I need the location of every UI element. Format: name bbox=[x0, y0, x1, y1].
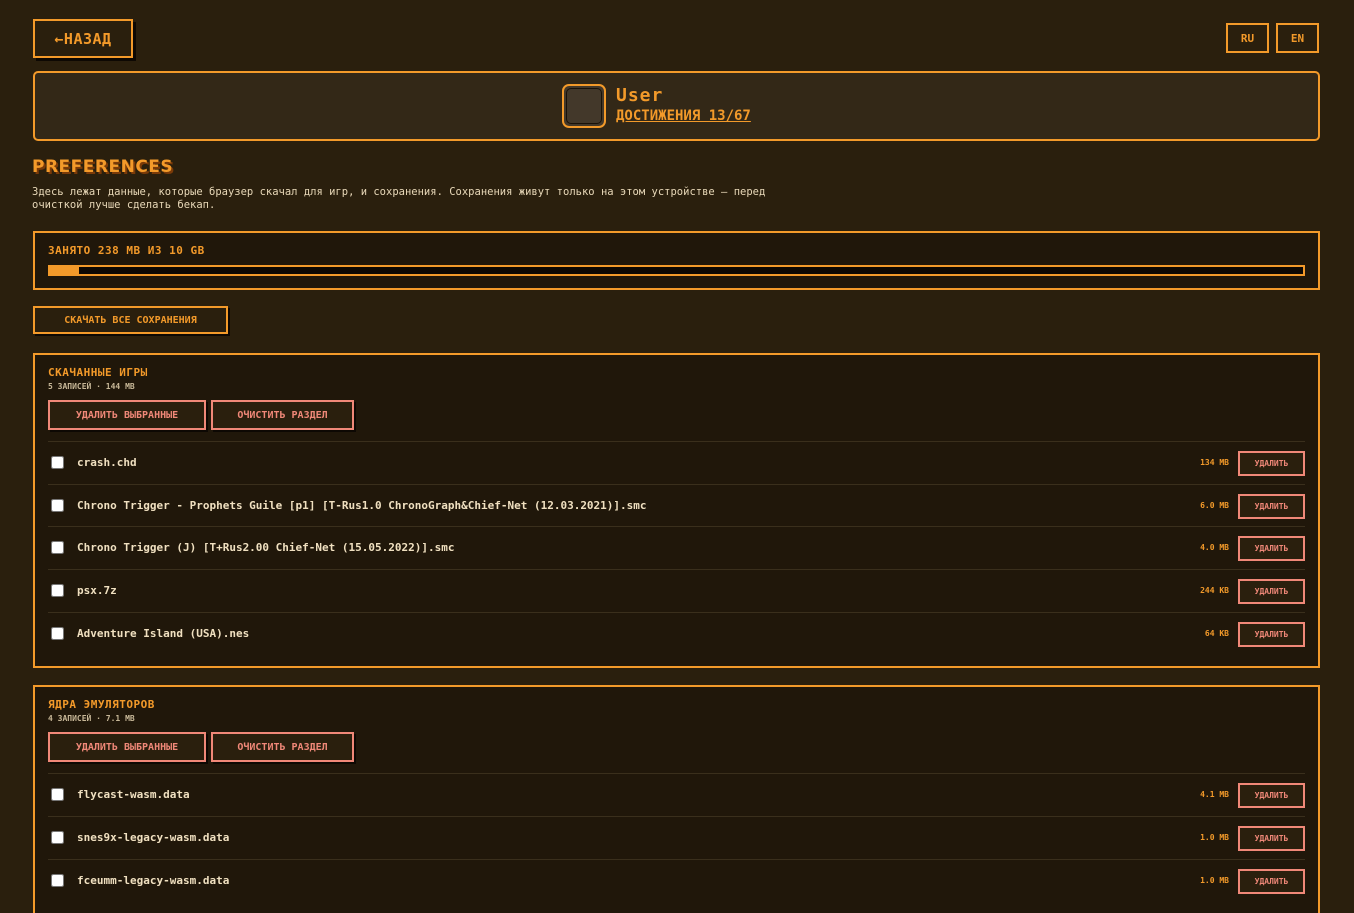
storage-label: ЗАНЯТО 238 MB ИЗ 10 GB bbox=[48, 244, 205, 257]
section-emulator-cores: ЯДРА ЭМУЛЯТОРОВ 4 ЗАПИСЕЙ · 7.1 MB УДАЛИ… bbox=[33, 685, 1320, 913]
row-checkbox[interactable] bbox=[51, 499, 64, 512]
section-meta: 4 ЗАПИСЕЙ · 7.1 MB bbox=[48, 714, 135, 723]
avatar[interactable] bbox=[562, 84, 606, 128]
file-name: Adventure Island (USA).nes bbox=[77, 627, 250, 640]
lang-ru-button[interactable]: RU bbox=[1226, 23, 1269, 53]
file-size: 244 KB bbox=[1200, 586, 1229, 595]
delete-button[interactable]: УДАЛИТЬ bbox=[1238, 869, 1305, 894]
file-size: 4.0 MB bbox=[1200, 543, 1229, 552]
section-title: ЯДРА ЭМУЛЯТОРОВ bbox=[48, 698, 155, 711]
row-checkbox[interactable] bbox=[51, 874, 64, 887]
list-item: snes9x-legacy-wasm.data 1.0 MB УДАЛИТЬ bbox=[48, 816, 1305, 859]
delete-button[interactable]: УДАЛИТЬ bbox=[1238, 451, 1305, 476]
file-name: Chrono Trigger - Prophets Guile [p1] [T-… bbox=[77, 499, 647, 512]
preferences-page: ←НАЗАД RU EN User ДОСТИЖЕНИЯ 13/67 PREFE… bbox=[0, 0, 1354, 913]
section-downloaded-games: СКАЧАННЫЕ ИГРЫ 5 ЗАПИСЕЙ · 144 MB УДАЛИТ… bbox=[33, 353, 1320, 668]
storage-progress-bar bbox=[48, 265, 1305, 276]
username: User bbox=[616, 85, 664, 106]
file-size: 4.1 MB bbox=[1200, 790, 1229, 799]
file-name: psx.7z bbox=[77, 584, 117, 597]
delete-button[interactable]: УДАЛИТЬ bbox=[1238, 826, 1305, 851]
download-all-saves-button[interactable]: СКАЧАТЬ ВСЕ СОХРАНЕНИЯ bbox=[33, 306, 228, 334]
file-size: 64 KB bbox=[1204, 629, 1229, 638]
list-item: Chrono Trigger (J) [T+Rus2.00 Chief-Net … bbox=[48, 526, 1305, 569]
file-name: flycast-wasm.data bbox=[77, 788, 190, 801]
file-name: fceumm-legacy-wasm.data bbox=[77, 874, 230, 887]
file-size: 134 MB bbox=[1200, 458, 1229, 467]
row-checkbox[interactable] bbox=[51, 788, 64, 801]
delete-selected-button[interactable]: УДАЛИТЬ ВЫБРАННЫЕ bbox=[48, 732, 206, 762]
list-item: fceumm-legacy-wasm.data 1.0 MB УДАЛИТЬ bbox=[48, 859, 1305, 902]
file-size: 6.0 MB bbox=[1200, 501, 1229, 510]
row-checkbox[interactable] bbox=[51, 584, 64, 597]
row-checkbox[interactable] bbox=[51, 456, 64, 469]
row-checkbox[interactable] bbox=[51, 627, 64, 640]
clear-section-button[interactable]: ОЧИСТИТЬ РАЗДЕЛ bbox=[211, 732, 354, 762]
delete-selected-button[interactable]: УДАЛИТЬ ВЫБРАННЫЕ bbox=[48, 400, 206, 430]
file-name: Chrono Trigger (J) [T+Rus2.00 Chief-Net … bbox=[77, 541, 455, 554]
list-item: crash.chd 134 MB УДАЛИТЬ bbox=[48, 441, 1305, 484]
page-title: PREFERENCES bbox=[32, 157, 174, 177]
list-item: flycast-wasm.data 4.1 MB УДАЛИТЬ bbox=[48, 773, 1305, 816]
list-item: psx.7z 244 KB УДАЛИТЬ bbox=[48, 569, 1305, 612]
section-title: СКАЧАННЫЕ ИГРЫ bbox=[48, 366, 148, 379]
delete-button[interactable]: УДАЛИТЬ bbox=[1238, 579, 1305, 604]
list-item: Chrono Trigger - Prophets Guile [p1] [T-… bbox=[48, 484, 1305, 527]
storage-panel: ЗАНЯТО 238 MB ИЗ 10 GB bbox=[33, 231, 1320, 290]
file-name: crash.chd bbox=[77, 456, 137, 469]
delete-button[interactable]: УДАЛИТЬ bbox=[1238, 536, 1305, 561]
section-meta: 5 ЗАПИСЕЙ · 144 MB bbox=[48, 382, 135, 391]
page-description: Здесь лежат данные, которые браузер скач… bbox=[32, 186, 766, 211]
row-checkbox[interactable] bbox=[51, 831, 64, 844]
file-size: 1.0 MB bbox=[1200, 876, 1229, 885]
back-button[interactable]: ←НАЗАД bbox=[33, 19, 133, 58]
file-name: snes9x-legacy-wasm.data bbox=[77, 831, 230, 844]
storage-progress-fill bbox=[50, 267, 79, 274]
clear-section-button[interactable]: ОЧИСТИТЬ РАЗДЕЛ bbox=[211, 400, 354, 430]
achievements-link[interactable]: ДОСТИЖЕНИЯ 13/67 bbox=[616, 108, 751, 124]
list-item: Adventure Island (USA).nes 64 KB УДАЛИТЬ bbox=[48, 612, 1305, 655]
profile-card: User ДОСТИЖЕНИЯ 13/67 bbox=[33, 71, 1320, 141]
lang-en-button[interactable]: EN bbox=[1276, 23, 1319, 53]
delete-button[interactable]: УДАЛИТЬ bbox=[1238, 783, 1305, 808]
file-size: 1.0 MB bbox=[1200, 833, 1229, 842]
delete-button[interactable]: УДАЛИТЬ bbox=[1238, 494, 1305, 519]
row-checkbox[interactable] bbox=[51, 541, 64, 554]
delete-button[interactable]: УДАЛИТЬ bbox=[1238, 622, 1305, 647]
